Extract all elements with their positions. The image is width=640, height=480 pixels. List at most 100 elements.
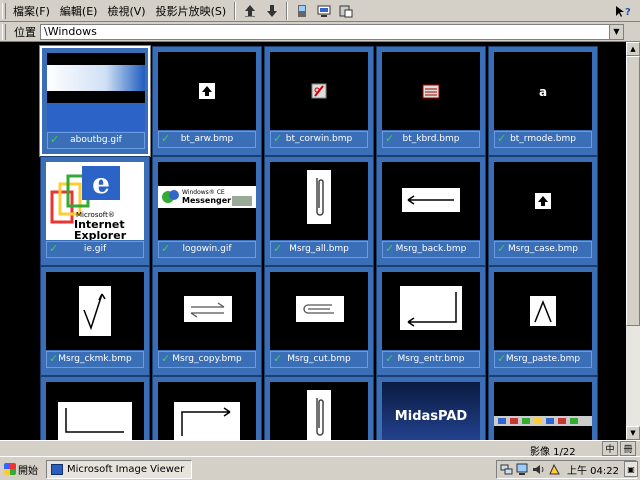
checkmark-icon: ✓	[385, 242, 395, 255]
paperclip-icon	[270, 162, 368, 240]
thumbnail-label: ✓ bt_kbrd.bmp	[382, 131, 480, 148]
svg-text:e: e	[92, 167, 110, 200]
enter-icon	[382, 272, 480, 350]
thumbnail-tile[interactable]: ✓ Msrg_case.bmp	[488, 156, 598, 266]
thumbnail-tile[interactable]	[488, 376, 598, 440]
thumbnail-tile[interactable]: ✓ Msrg_all.bmp	[264, 156, 374, 266]
scroll-down-button[interactable]: ▼	[626, 426, 640, 440]
chevron-down-icon: ▼	[613, 26, 620, 36]
thumbnail-filename: ie.gif	[83, 244, 107, 254]
thumbnail-tile[interactable]: Windows® CE Messenger ✓ logowin.gif	[152, 156, 262, 266]
start-button[interactable]: 開始	[2, 460, 42, 478]
thumbnail-tile[interactable]: ✓ bt_kbrd.bmp	[376, 46, 486, 156]
thumbnail-tile[interactable]: e Microsoft® Internet Explorer ✓ ie.gif	[40, 156, 150, 266]
thumbnail-tile[interactable]: a ✓ bt_rmode.bmp	[488, 46, 598, 156]
thumbnail-filename: Msrg_copy.bmp	[172, 354, 242, 364]
ime-mode-button[interactable]: 中	[602, 441, 618, 456]
messenger-icon: Windows® CE Messenger	[158, 162, 256, 240]
thumbnail-tile[interactable]: ✓ Msrg_copy.bmp	[152, 266, 262, 376]
caret-up-icon	[494, 272, 592, 350]
scroll-thumb[interactable]	[626, 56, 640, 326]
menu-bar: 檔案(F) 編輯(E) 檢視(V) 投影片放映(S) ?	[0, 0, 640, 22]
checkmark-icon	[46, 272, 144, 350]
help-button[interactable]: ?	[614, 2, 634, 20]
display-button[interactable]	[315, 2, 333, 20]
taskbar-button-image-viewer[interactable]: Microsoft Image Viewer	[46, 460, 192, 479]
svg-text:?: ?	[625, 7, 631, 18]
corner-arrow-icon	[158, 382, 256, 440]
thumbnail-tile[interactable]	[40, 376, 150, 440]
menu-edit[interactable]: 編輯(E)	[55, 2, 103, 20]
thumbnail-grid: ✓ aboutbg.gif ✓ bt_arw.bmp ✓ bt_corwin.bmp ✓ bt…	[0, 42, 626, 440]
thumbnail-label: ✓ ie.gif	[46, 241, 144, 258]
menu-file[interactable]: 檔案(F)	[8, 2, 55, 20]
thumbnail-tile[interactable]: ✓ Msrg_ckmk.bmp	[40, 266, 150, 376]
menu-grip[interactable]	[2, 2, 6, 19]
copy-icon	[158, 272, 256, 350]
thumbnail-label: ✓ Msrg_case.bmp	[494, 241, 592, 258]
windows-logo-icon	[4, 463, 16, 475]
vertical-scrollbar[interactable]: ▲ ▼	[626, 42, 640, 440]
corner-down-icon	[46, 382, 144, 440]
arrow-up-icon	[494, 162, 592, 240]
taskbar: 開始 Microsoft Image Viewer 上午 04:22 ▣	[0, 456, 640, 480]
help-icon: ?	[616, 6, 631, 18]
thumbnail-label: ✓ Msrg_paste.bmp	[494, 351, 592, 368]
previous-image-button[interactable]	[241, 2, 259, 20]
menu-view[interactable]: 檢視(V)	[102, 2, 150, 20]
thumbnail-filename: Msrg_paste.bmp	[505, 354, 581, 364]
letter-a-icon: a	[494, 52, 592, 130]
thumbnail-filename: Msrg_entr.bmp	[397, 354, 465, 364]
menu-slideshow[interactable]: 投影片放映(S)	[151, 2, 232, 20]
thumbnail-tile[interactable]: ✓ Msrg_entr.bmp	[376, 266, 486, 376]
ime-layout-button[interactable]: 冊	[620, 441, 636, 456]
volume-icon[interactable]	[532, 463, 545, 476]
checkmark-icon: ✓	[385, 352, 395, 365]
next-image-button[interactable]	[263, 2, 281, 20]
menu-separator	[286, 1, 289, 20]
start-label: 開始	[18, 465, 38, 477]
thumbnail-tile[interactable]: ✓ aboutbg.gif	[40, 46, 150, 156]
internet-explorer-icon: e Microsoft® Internet Explorer	[46, 162, 144, 240]
scroll-up-button[interactable]: ▲	[626, 42, 640, 56]
svg-text:a: a	[539, 85, 547, 99]
checkmark-icon: ✓	[273, 352, 283, 365]
network-icon[interactable]	[500, 463, 513, 476]
monitor-icon	[317, 5, 331, 17]
thumbnail-tile[interactable]: ✓ Msrg_paste.bmp	[488, 266, 598, 376]
cut-icon	[270, 272, 368, 350]
thumbnail-label: ✓ logowin.gif	[158, 241, 256, 258]
save-icon	[339, 5, 353, 17]
thumbnail-filename: Msrg_back.bmp	[395, 244, 467, 254]
thumbnail-label: ✓ aboutbg.gif	[47, 132, 145, 149]
show-desktop-button[interactable]: ▣	[624, 461, 638, 477]
thumbnail-tile[interactable]	[152, 376, 262, 440]
status-icon[interactable]	[548, 463, 561, 476]
save-button[interactable]	[337, 2, 355, 20]
checkmark-icon: ✓	[161, 132, 171, 145]
thumbnail-filename: bt_kbrd.bmp	[402, 134, 460, 144]
arrow-left-icon	[382, 162, 480, 240]
clock[interactable]: 上午 04:22	[567, 462, 619, 477]
status-bar: 影像 1/22 中 冊	[0, 440, 640, 458]
thumbnail-tile[interactable]: ✓ Msrg_back.bmp	[376, 156, 486, 266]
thumbnail-label: ✓ Msrg_cut.bmp	[270, 351, 368, 368]
thumbnail-tile[interactable]	[264, 376, 374, 440]
arrow-up-icon	[158, 52, 256, 130]
address-dropdown-button[interactable]: ▼	[609, 24, 623, 39]
thumbnail-tile[interactable]: ✓ Msrg_cut.bmp	[264, 266, 374, 376]
svg-text:MidasPAD: MidasPAD	[395, 409, 468, 424]
connection-icon[interactable]	[516, 463, 529, 476]
address-grip[interactable]	[2, 23, 6, 40]
thumbnail-tile[interactable]: ✓ bt_arw.bmp	[152, 46, 262, 156]
address-input[interactable]: \Windows ▼	[40, 23, 624, 40]
icon-strip-icon	[494, 382, 592, 440]
thumbnail-filename: bt_rmode.bmp	[510, 134, 576, 144]
svg-text:Explorer: Explorer	[74, 229, 127, 240]
thumbnail-tile[interactable]: ✓ bt_corwin.bmp	[264, 46, 374, 156]
checkmark-icon: ✓	[385, 132, 395, 145]
thumbnail-filename: Msrg_cut.bmp	[287, 354, 351, 364]
device-button[interactable]	[293, 2, 311, 20]
thumbnail-tile[interactable]: MidasPAD	[376, 376, 486, 440]
checkmark-icon: ✓	[497, 242, 507, 255]
